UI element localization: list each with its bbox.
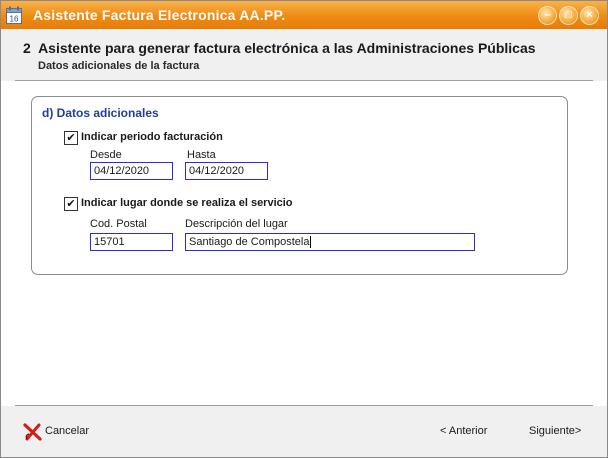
hasta-field[interactable]: 04/12/2020 [185, 162, 268, 180]
wizard-footer [1, 406, 607, 457]
check-icon: ✔ [66, 132, 76, 144]
wizard-window: 16 Asistente Factura Electronica AA.PP. … [0, 0, 608, 458]
calendar-app-icon: 16 [6, 6, 22, 24]
periodo-checkbox-label[interactable]: Indicar periodo facturación [81, 131, 223, 143]
cod-postal-field[interactable]: 15701 [90, 233, 173, 251]
step-title-text: Asistente para generar factura electróni… [38, 40, 536, 56]
previous-button[interactable]: < Anterior [440, 425, 487, 437]
minimize-icon[interactable]: – [538, 6, 557, 25]
hasta-label: Hasta [187, 149, 216, 161]
lugar-checkbox[interactable]: ✔ [64, 197, 78, 211]
datos-adicionales-group: d) Datos adicionales ✔ Indicar periodo f… [31, 96, 568, 275]
cancel-x-icon[interactable] [23, 423, 43, 441]
close-icon[interactable]: × [580, 6, 599, 25]
descripcion-lugar-field[interactable]: Santiago de Compostela [185, 233, 475, 251]
next-button[interactable]: Siguiente> [529, 425, 581, 437]
periodo-checkbox[interactable]: ✔ [64, 131, 78, 145]
lugar-checkbox-label[interactable]: Indicar lugar donde se realiza el servic… [81, 197, 293, 209]
svg-text:16: 16 [10, 15, 19, 24]
window-title: Asistente Factura Electronica AA.PP. [33, 7, 286, 23]
descripcion-lugar-label: Descripción del lugar [185, 218, 288, 230]
cancel-button[interactable]: Cancelar [45, 425, 89, 437]
step-number: 2 [23, 40, 31, 56]
maximize-icon[interactable]: □ [559, 6, 578, 25]
desde-field[interactable]: 04/12/2020 [90, 162, 173, 180]
text-caret [310, 236, 312, 249]
check-icon: ✔ [66, 198, 76, 210]
cod-postal-label: Cod. Postal [90, 218, 147, 230]
page-title: 2 Asistente para generar factura electró… [23, 40, 536, 56]
desde-label: Desde [90, 149, 122, 161]
header-divider [15, 80, 593, 82]
title-bar[interactable]: 16 Asistente Factura Electronica AA.PP. … [1, 1, 607, 29]
descripcion-lugar-value: Santiago de Compostela [189, 236, 310, 248]
wizard-header: 2 Asistente para generar factura electró… [1, 29, 607, 81]
page-subtitle: Datos adicionales de la factura [38, 60, 200, 72]
group-title: d) Datos adicionales [42, 106, 159, 120]
